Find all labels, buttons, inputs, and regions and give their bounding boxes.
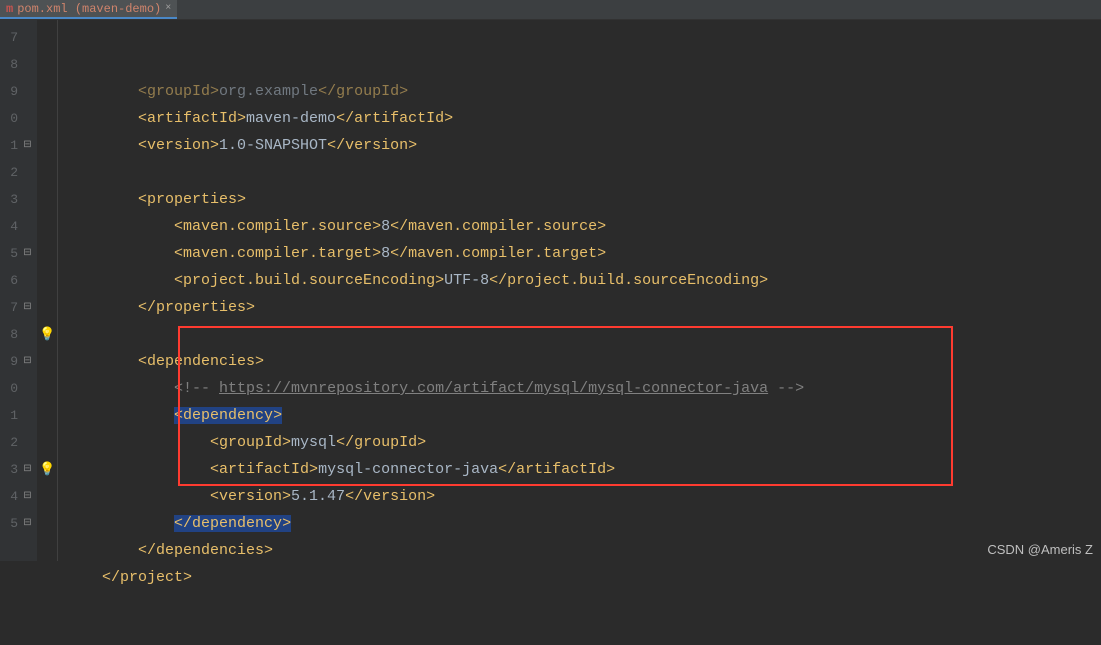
- code-line[interactable]: <!-- https://mvnrepository.com/artifact/…: [66, 375, 1101, 402]
- fold-handle[interactable]: [18, 213, 37, 240]
- gutter-cell: [38, 267, 57, 294]
- code-line[interactable]: <version>1.0-SNAPSHOT</version>: [66, 132, 1101, 159]
- code-line[interactable]: <artifactId>mysql-connector-java</artifa…: [66, 456, 1101, 483]
- line-number: 3: [0, 186, 18, 213]
- line-number: 8: [0, 321, 18, 348]
- gutter-cell: [38, 402, 57, 429]
- code-line[interactable]: <artifactId>maven-demo</artifactId>: [66, 105, 1101, 132]
- fold-gutter[interactable]: ⊟⊟⊟⊟⊟⊟⊟: [18, 20, 38, 561]
- gutter-cell: [38, 186, 57, 213]
- fold-handle[interactable]: [18, 51, 37, 78]
- gutter-cell: [38, 78, 57, 105]
- code-line[interactable]: <dependency>: [66, 402, 1101, 429]
- gutter-cell: [38, 510, 57, 537]
- editor-container: 7890123456789012345 ⊟⊟⊟⊟⊟⊟⊟ 💡💡 <groupId>…: [0, 20, 1101, 561]
- code-line[interactable]: <maven.compiler.source>8</maven.compiler…: [66, 213, 1101, 240]
- line-number: 0: [0, 375, 18, 402]
- gutter-cell: [38, 375, 57, 402]
- line-number: 0: [0, 105, 18, 132]
- code-line[interactable]: </project>: [66, 564, 1101, 591]
- fold-handle[interactable]: ⊟: [18, 294, 37, 321]
- fold-handle[interactable]: [18, 105, 37, 132]
- fold-handle[interactable]: [18, 402, 37, 429]
- line-number: 8: [0, 51, 18, 78]
- fold-handle[interactable]: ⊟: [18, 483, 37, 510]
- close-icon[interactable]: ×: [165, 3, 171, 14]
- gutter-cell: [38, 24, 57, 51]
- tab-bar: m pom.xml (maven-demo) ×: [0, 0, 1101, 20]
- gutter-cell: [38, 240, 57, 267]
- line-number: 4: [0, 483, 18, 510]
- gutter-cell: [38, 429, 57, 456]
- line-number: 5: [0, 240, 18, 267]
- code-line[interactable]: <maven.compiler.target>8</maven.compiler…: [66, 240, 1101, 267]
- gutter-cell: 💡: [38, 321, 57, 348]
- code-line[interactable]: <properties>: [66, 186, 1101, 213]
- fold-handle[interactable]: ⊟: [18, 348, 37, 375]
- code-line[interactable]: <project.build.sourceEncoding>UTF-8</pro…: [66, 267, 1101, 294]
- code-line[interactable]: </dependencies>: [66, 537, 1101, 564]
- tab-label: pom.xml (maven-demo): [17, 2, 161, 16]
- fold-handle[interactable]: ⊟: [18, 132, 37, 159]
- code-line[interactable]: <groupId>org.example</groupId>: [66, 78, 1101, 105]
- fold-handle[interactable]: [18, 78, 37, 105]
- code-line[interactable]: </dependency>: [66, 510, 1101, 537]
- maven-file-icon: m: [6, 2, 13, 16]
- line-number: 3: [0, 456, 18, 483]
- line-number: 7: [0, 294, 18, 321]
- fold-handle[interactable]: [18, 429, 37, 456]
- gutter-cell: [38, 483, 57, 510]
- line-number: 2: [0, 429, 18, 456]
- fold-handle[interactable]: [18, 321, 37, 348]
- line-number: 1: [0, 402, 18, 429]
- fold-handle[interactable]: [18, 186, 37, 213]
- gutter-cell: [38, 213, 57, 240]
- line-number-gutter: 7890123456789012345: [0, 20, 18, 561]
- gutter-cell: [38, 348, 57, 375]
- intention-bulb-icon[interactable]: 💡: [39, 462, 55, 477]
- gutter-cell: [38, 51, 57, 78]
- code-line[interactable]: [66, 321, 1101, 348]
- line-number: 5: [0, 510, 18, 537]
- watermark-text: CSDN @Ameris Z: [987, 542, 1093, 557]
- fold-handle[interactable]: ⊟: [18, 510, 37, 537]
- gutter-cell: [38, 294, 57, 321]
- code-line[interactable]: [66, 159, 1101, 186]
- fold-handle[interactable]: ⊟: [18, 240, 37, 267]
- line-number: 2: [0, 159, 18, 186]
- code-line[interactable]: <groupId>mysql</groupId>: [66, 429, 1101, 456]
- code-line[interactable]: <dependencies>: [66, 348, 1101, 375]
- gutter-cell: [38, 132, 57, 159]
- gutter-cell: 💡: [38, 456, 57, 483]
- line-number: 9: [0, 348, 18, 375]
- line-number: 6: [0, 267, 18, 294]
- code-editor[interactable]: <groupId>org.example</groupId> <artifact…: [58, 20, 1101, 561]
- gutter-cell: [38, 159, 57, 186]
- indent-icon-gutter: 💡💡: [38, 20, 58, 561]
- line-number: 4: [0, 213, 18, 240]
- line-number: 9: [0, 78, 18, 105]
- fold-handle[interactable]: [18, 24, 37, 51]
- line-number: 1: [0, 132, 18, 159]
- gutter-cell: [38, 105, 57, 132]
- intention-bulb-icon[interactable]: 💡: [39, 327, 55, 342]
- fold-handle[interactable]: ⊟: [18, 456, 37, 483]
- fold-handle[interactable]: [18, 375, 37, 402]
- fold-handle[interactable]: [18, 159, 37, 186]
- fold-handle[interactable]: [18, 267, 37, 294]
- code-line[interactable]: <version>5.1.47</version>: [66, 483, 1101, 510]
- code-line[interactable]: </properties>: [66, 294, 1101, 321]
- editor-tab[interactable]: m pom.xml (maven-demo) ×: [0, 0, 177, 19]
- line-number: 7: [0, 24, 18, 51]
